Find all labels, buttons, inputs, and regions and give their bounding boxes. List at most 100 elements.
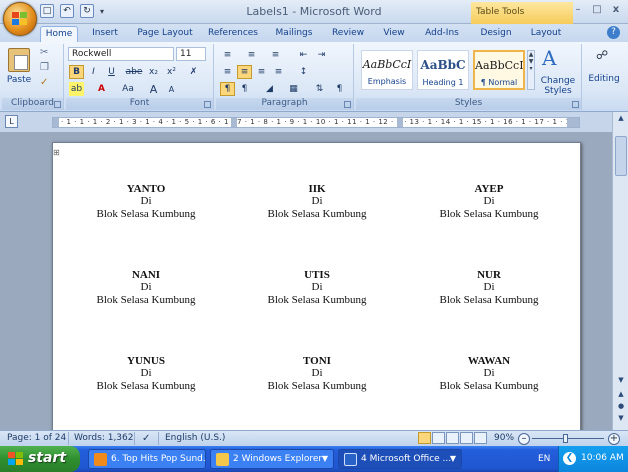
tab-mailings[interactable]: Mailings: [270, 26, 318, 42]
tab-page-layout[interactable]: Page Layout: [134, 26, 196, 42]
borders-icon[interactable]: ▦: [286, 82, 301, 96]
tab-home[interactable]: Home: [40, 26, 78, 42]
line-spacing-icon[interactable]: ↕: [296, 65, 311, 79]
taskbar-item-microsoft-office[interactable]: 4 Microsoft Office ... ▼: [338, 449, 462, 469]
document-page[interactable]: ⊞ YANTO Di Blok Selasa Kumbung IIK Di Bl…: [52, 142, 581, 430]
tab-add-ins[interactable]: Add-Ins: [419, 26, 465, 42]
styles-launcher-icon[interactable]: [572, 101, 579, 108]
change-case-button[interactable]: Aa: [118, 82, 138, 96]
decrease-indent-icon[interactable]: ⇤: [296, 48, 311, 62]
change-styles-icon[interactable]: A: [542, 46, 556, 70]
web-layout-view-icon[interactable]: [446, 432, 459, 444]
shrink-font-button[interactable]: A: [164, 82, 179, 96]
print-layout-view-icon[interactable]: [418, 432, 431, 444]
label-cell[interactable]: NANI Di Blok Selasa Kumbung: [66, 269, 226, 307]
multilevel-list-icon[interactable]: ≡: [268, 48, 283, 62]
font-size-select[interactable]: 11: [176, 47, 206, 61]
italic-button[interactable]: I: [86, 65, 101, 79]
next-page-icon[interactable]: ▼: [615, 414, 627, 424]
increase-indent-icon[interactable]: ⇥: [314, 48, 329, 62]
table-move-handle-icon[interactable]: ⊞: [53, 148, 60, 157]
font-color-icon[interactable]: A: [94, 82, 109, 96]
align-center-icon[interactable]: ≡: [237, 65, 252, 79]
change-styles-button[interactable]: Change Styles: [537, 76, 579, 96]
scroll-thumb[interactable]: [615, 136, 627, 176]
label-cell[interactable]: YANTO Di Blok Selasa Kumbung: [66, 183, 226, 221]
underline-button[interactable]: U: [104, 65, 119, 79]
minimize-button[interactable]: –: [570, 3, 586, 18]
paragraph-launcher-icon[interactable]: [344, 101, 351, 108]
label-cell[interactable]: UTIS Di Blok Selasa Kumbung: [237, 269, 397, 307]
subscript-button[interactable]: x₂: [146, 65, 161, 79]
editing-button[interactable]: Editing: [584, 74, 624, 84]
label-cell[interactable]: IIK Di Blok Selasa Kumbung: [237, 183, 397, 221]
highlight-icon[interactable]: ab: [69, 82, 84, 96]
help-icon[interactable]: ?: [607, 26, 620, 39]
tab-design[interactable]: Design: [476, 26, 516, 42]
clear-formatting-icon[interactable]: ✗: [186, 65, 201, 79]
show-formatting-button[interactable]: ¶: [332, 82, 347, 96]
style-heading-1[interactable]: AaBbC Heading 1: [417, 50, 469, 90]
strikethrough-button[interactable]: abe: [124, 65, 144, 79]
zoom-in-icon[interactable]: +: [608, 433, 620, 445]
font-launcher-icon[interactable]: [204, 101, 211, 108]
zoom-out-icon[interactable]: –: [518, 433, 530, 445]
ltr-text-icon[interactable]: ¶: [220, 82, 235, 96]
tab-review[interactable]: Review: [327, 26, 369, 42]
paste-button[interactable]: Paste: [4, 75, 34, 85]
language-bar[interactable]: EN: [538, 454, 550, 464]
label-cell[interactable]: WAWAN Di Blok Selasa Kumbung: [409, 355, 569, 393]
office-button[interactable]: [3, 2, 37, 36]
draft-view-icon[interactable]: [474, 432, 487, 444]
clock[interactable]: 10:06 AM: [581, 453, 624, 463]
start-button[interactable]: start: [0, 446, 80, 472]
font-name-select[interactable]: Rockwell: [68, 47, 174, 61]
justify-icon[interactable]: ≡: [271, 65, 286, 79]
zoom-slider-track[interactable]: [532, 438, 604, 439]
tab-selector-icon[interactable]: L: [5, 115, 18, 128]
language-indicator[interactable]: English (U.S.): [165, 433, 225, 443]
grow-font-button[interactable]: A: [146, 82, 161, 96]
align-left-icon[interactable]: ≡: [220, 65, 235, 79]
tray-show-icons-icon[interactable]: ❮: [563, 452, 576, 465]
copy-icon[interactable]: ❐: [40, 62, 49, 73]
scroll-down-icon[interactable]: ▼: [615, 376, 627, 386]
label-cell[interactable]: TONI Di Blok Selasa Kumbung: [237, 355, 397, 393]
select-browse-object-icon[interactable]: ●: [615, 402, 627, 412]
style-emphasis[interactable]: AaBbCcI Emphasis: [361, 50, 413, 90]
shading-icon[interactable]: ◢: [262, 82, 277, 96]
close-button[interactable]: x: [608, 3, 624, 18]
horizontal-ruler[interactable]: · 1 · 1 · 1 · 2 · 1 · 3 · 1 · 4 · 1 · 5 …: [52, 117, 580, 128]
clipboard-launcher-icon[interactable]: [54, 101, 61, 108]
paste-icon[interactable]: [8, 48, 30, 72]
tab-insert[interactable]: Insert: [86, 26, 124, 42]
maximize-button[interactable]: □: [589, 3, 605, 18]
styles-scroll-icon[interactable]: ▲ ▼ ▾: [527, 50, 535, 90]
binoculars-icon[interactable]: ☍: [596, 48, 608, 62]
format-painter-icon[interactable]: ✓: [40, 77, 48, 88]
full-screen-reading-view-icon[interactable]: [432, 432, 445, 444]
taskbar-item-windows-explorer[interactable]: 2 Windows Explorer ▼: [210, 449, 334, 469]
outline-view-icon[interactable]: [460, 432, 473, 444]
tab-layout[interactable]: Layout: [526, 26, 566, 42]
page-count[interactable]: Page: 1 of 24: [7, 433, 66, 443]
proofing-icon[interactable]: ✓: [142, 433, 150, 444]
label-cell[interactable]: YUNUS Di Blok Selasa Kumbung: [66, 355, 226, 393]
zoom-slider-thumb[interactable]: [563, 434, 568, 443]
label-cell[interactable]: AYEP Di Blok Selasa Kumbung: [409, 183, 569, 221]
align-right-icon[interactable]: ≡: [254, 65, 269, 79]
superscript-button[interactable]: x²: [164, 65, 179, 79]
taskbar-item-media-player[interactable]: 6. Top Hits Pop Sund...: [88, 449, 206, 469]
cut-icon[interactable]: ✂: [40, 47, 48, 58]
zoom-level[interactable]: 90%: [494, 433, 514, 443]
previous-page-icon[interactable]: ▲: [615, 390, 627, 400]
scroll-up-icon[interactable]: ▲: [615, 114, 627, 124]
word-count[interactable]: Words: 1,362: [74, 433, 133, 443]
label-cell[interactable]: NUR Di Blok Selasa Kumbung: [409, 269, 569, 307]
tab-view[interactable]: View: [378, 26, 410, 42]
rtl-text-icon[interactable]: ¶: [237, 82, 252, 96]
vertical-scrollbar[interactable]: ▲ ▼ ▲ ● ▼: [612, 112, 628, 430]
bullets-icon[interactable]: ≡: [220, 48, 235, 62]
sort-icon[interactable]: ⇅: [312, 82, 327, 96]
bold-button[interactable]: B: [69, 65, 84, 79]
